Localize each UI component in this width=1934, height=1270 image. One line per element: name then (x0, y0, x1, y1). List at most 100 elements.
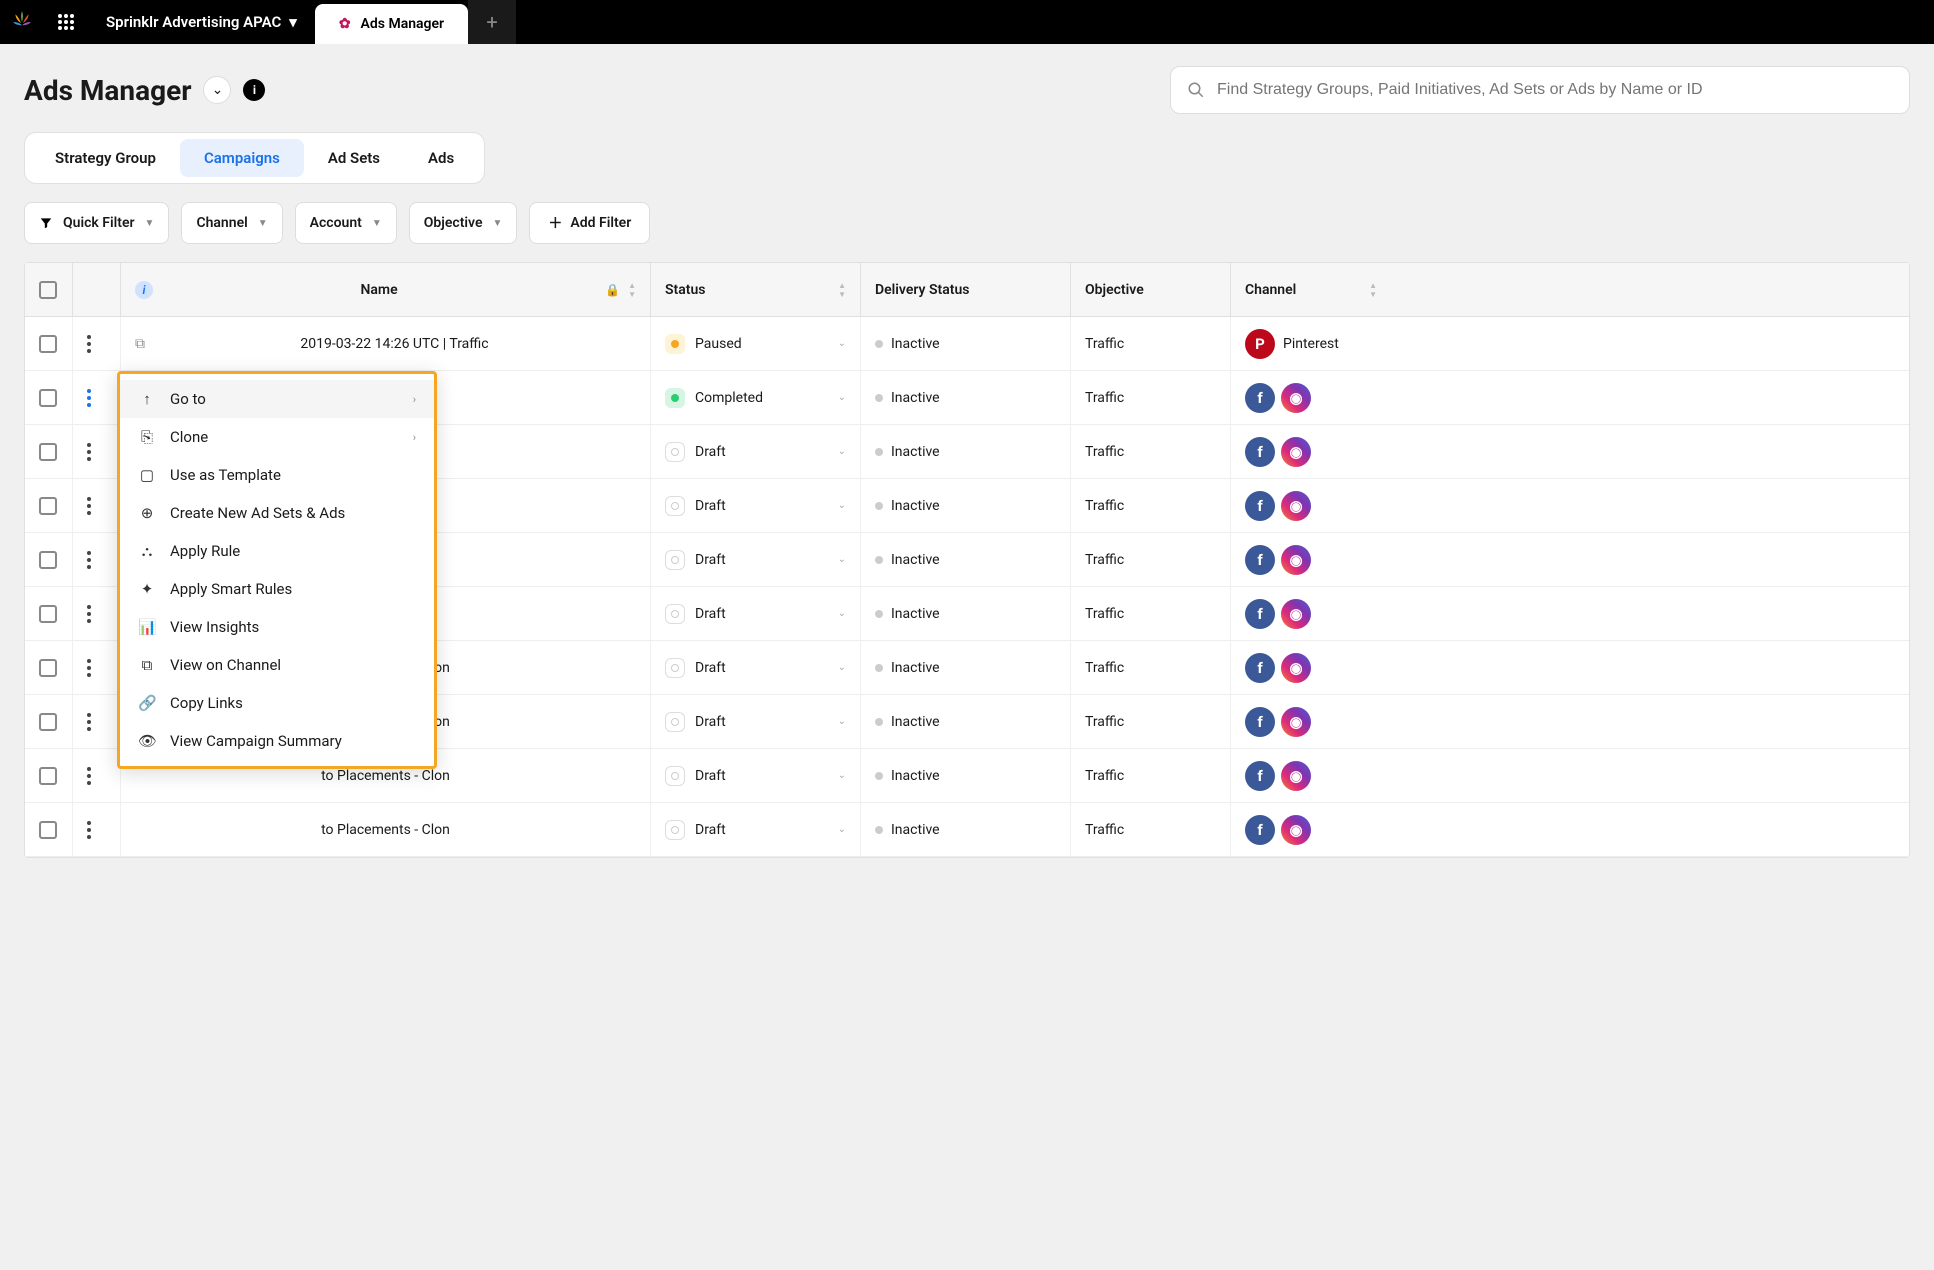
ctx-item-create-new-ad-sets-ads[interactable]: ⊕Create New Ad Sets & Ads (120, 494, 434, 532)
row-checkbox[interactable] (39, 767, 57, 785)
ctx-item-view-insights[interactable]: 📊View Insights (120, 608, 434, 646)
ig-icon: ◉ (1281, 761, 1311, 791)
sort-icon[interactable]: ▲▼ (628, 281, 636, 299)
row-checkbox[interactable] (39, 713, 57, 731)
delivery-dot-icon (875, 502, 883, 510)
info-icon[interactable]: i (135, 281, 153, 299)
status-label: Draft (695, 498, 726, 514)
ctx-item-apply-smart-rules[interactable]: ✦Apply Smart Rules (120, 570, 434, 608)
delivery-label: Inactive (891, 660, 940, 676)
row-checkbox[interactable] (39, 335, 57, 353)
tab-ads[interactable]: Ads (404, 139, 478, 177)
tab-ad-sets[interactable]: Ad Sets (304, 139, 404, 177)
col-objective: Objective (1085, 282, 1144, 298)
ig-icon: ◉ (1281, 491, 1311, 521)
row-menu-button[interactable] (87, 443, 91, 461)
row-checkbox[interactable] (39, 605, 57, 623)
select-all-checkbox[interactable] (39, 281, 57, 299)
status-dot-icon (665, 388, 685, 408)
title-dropdown[interactable]: ⌄ (203, 76, 231, 104)
sprinklr-logo[interactable] (0, 0, 44, 44)
ctx-item-use-as-template[interactable]: ▢Use as Template (120, 456, 434, 494)
ig-icon: ◉ (1281, 383, 1311, 413)
row-checkbox[interactable] (39, 821, 57, 839)
tab-strategy-group[interactable]: Strategy Group (31, 139, 180, 177)
ctx-item-clone[interactable]: ⎘Clone› (120, 418, 434, 456)
filter-objective[interactable]: Objective▼ (409, 202, 518, 244)
row-menu-button[interactable] (87, 335, 91, 353)
row-menu-button[interactable] (87, 551, 91, 569)
status-chip[interactable]: Paused ⌄ (665, 334, 846, 354)
chevron-down-icon: ▼ (258, 218, 268, 229)
ctx-item-view-campaign-summary[interactable]: 👁View Campaign Summary (120, 722, 434, 760)
campaign-name[interactable]: to Placements - Clon (135, 822, 636, 838)
row-menu-button[interactable] (87, 821, 91, 839)
row-checkbox[interactable] (39, 497, 57, 515)
delivery-label: Inactive (891, 768, 940, 784)
status-chip[interactable]: Completed ⌄ (665, 388, 846, 408)
filter-account[interactable]: Account▼ (295, 202, 397, 244)
fb-icon: f (1245, 545, 1275, 575)
delivery-dot-icon (875, 340, 883, 348)
row-menu-button[interactable] (87, 389, 91, 407)
app-grid-icon[interactable] (44, 0, 88, 44)
row-checkbox[interactable] (39, 443, 57, 461)
row-checkbox[interactable] (39, 389, 57, 407)
campaign-name[interactable]: 2019-03-22 14:26 UTC | Traffic (153, 336, 636, 352)
row-menu-button[interactable] (87, 713, 91, 731)
search-input[interactable] (1217, 81, 1893, 99)
status-chip[interactable]: Draft ⌄ (665, 604, 846, 624)
tab-campaigns[interactable]: Campaigns (180, 139, 304, 177)
ctx-item-go-to[interactable]: ↑Go to› (120, 380, 434, 418)
row-checkbox[interactable] (39, 551, 57, 569)
channel-icons: f◉ (1245, 599, 1311, 629)
ctx-icon: ⎘ (138, 428, 156, 446)
add-filter-button[interactable]: ＋Add Filter (529, 202, 650, 244)
channel-icons: f◉ (1245, 653, 1311, 683)
status-label: Draft (695, 660, 726, 676)
sort-icon[interactable]: ▲▼ (1369, 281, 1377, 299)
status-chip[interactable]: Draft ⌄ (665, 766, 846, 786)
row-menu-button[interactable] (87, 497, 91, 515)
entity-tabs: Strategy Group Campaigns Ad Sets Ads (24, 132, 485, 184)
fb-icon: f (1245, 815, 1275, 845)
ctx-item-view-on-channel[interactable]: ⧉View on Channel (120, 646, 434, 684)
row-menu-button[interactable] (87, 767, 91, 785)
tab-ads-manager[interactable]: ✿ Ads Manager (315, 4, 468, 44)
status-chip[interactable]: Draft ⌄ (665, 658, 846, 678)
new-tab-button[interactable]: + (468, 0, 516, 44)
table-row: ⧉ 2019-03-22 14:26 UTC | Traffic Paused … (25, 317, 1909, 371)
ig-icon: ◉ (1281, 599, 1311, 629)
plus-icon: ＋ (548, 213, 562, 233)
ctx-item-apply-rule[interactable]: ⛬Apply Rule (120, 532, 434, 570)
status-chip[interactable]: Draft ⌄ (665, 820, 846, 840)
status-dot-icon (665, 820, 685, 840)
status-dot-icon (665, 334, 685, 354)
filter-channel[interactable]: Channel▼ (181, 202, 282, 244)
chevron-down-icon: ⌄ (838, 554, 846, 565)
objective-label: Traffic (1085, 390, 1124, 406)
chevron-down-icon: ⌄ (838, 338, 846, 349)
row-menu-button[interactable] (87, 659, 91, 677)
quick-filter[interactable]: Quick Filter ▼ (24, 202, 169, 244)
ctx-item-copy-links[interactable]: 🔗Copy Links (120, 684, 434, 722)
channel-icons: f◉ (1245, 707, 1311, 737)
row-checkbox[interactable] (39, 659, 57, 677)
status-chip[interactable]: Draft ⌄ (665, 712, 846, 732)
search-box[interactable] (1170, 66, 1910, 114)
status-chip[interactable]: Draft ⌄ (665, 496, 846, 516)
sort-icon[interactable]: ▲▼ (838, 281, 846, 299)
status-label: Draft (695, 552, 726, 568)
ctx-label: View Insights (170, 618, 259, 636)
info-icon[interactable]: i (243, 79, 265, 101)
page-header: Ads Manager ⌄ i (0, 44, 1934, 132)
workspace-name: Sprinklr Advertising APAC (106, 13, 281, 31)
channel-icons: f◉ (1245, 545, 1311, 575)
expand-icon[interactable]: ⧉ (135, 336, 145, 352)
workspace-selector[interactable]: Sprinklr Advertising APAC ▾ (88, 0, 315, 44)
status-chip[interactable]: Draft ⌄ (665, 442, 846, 462)
campaign-name[interactable]: to Placements - Clon (135, 768, 636, 784)
status-chip[interactable]: Draft ⌄ (665, 550, 846, 570)
row-menu-button[interactable] (87, 605, 91, 623)
status-label: Draft (695, 768, 726, 784)
